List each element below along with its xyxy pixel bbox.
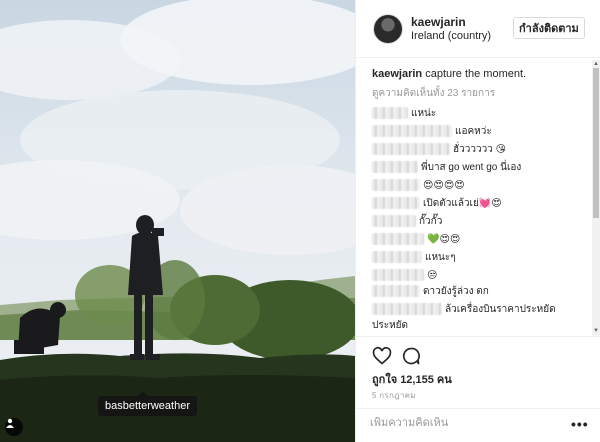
comment-text: 😍😍😍😍: [423, 179, 465, 191]
blurred-username[interactable]: [372, 251, 422, 263]
scroll-down-icon[interactable]: ▼: [592, 327, 600, 335]
blurred-username[interactable]: [372, 215, 416, 227]
header-username[interactable]: kaewjarin: [411, 15, 466, 29]
list-item: แอคหว่ะ: [372, 124, 492, 138]
comment-text: แหน่ะ: [411, 107, 437, 119]
comment-text: ฮั่วววววว 😘: [453, 143, 506, 155]
list-item: พี่บาส go went go นี่เอง: [372, 160, 521, 174]
comment-text: 😒: [427, 269, 438, 281]
caption-username[interactable]: kaewjarin: [372, 68, 422, 80]
list-item: เปิดตัวแล้วเย่💓😍: [372, 196, 502, 210]
person-icon[interactable]: [5, 418, 23, 436]
blurred-username[interactable]: [372, 107, 408, 119]
comment-text: แหนะๆ: [425, 251, 456, 263]
blurred-username[interactable]: [372, 161, 418, 173]
list-item: ล้วเครื่องบินราคาประหยัด: [372, 302, 556, 316]
comment-icon[interactable]: [401, 346, 421, 366]
list-item: 😍😍😍😍: [372, 178, 465, 192]
comment-text: แอคหว่ะ: [455, 125, 492, 137]
following-button[interactable]: กำลังติดตาม: [513, 17, 585, 39]
comment-text: ล้วเครื่องบินราคาประหยัด: [445, 303, 556, 315]
list-item: ประหยัด: [372, 318, 408, 332]
list-item: ดาวยังรู้ล่วง ตก: [372, 284, 489, 298]
blurred-username[interactable]: [372, 179, 420, 191]
add-comment-input[interactable]: [370, 417, 560, 429]
list-item: แหน่ะ: [372, 106, 436, 120]
comment-text: กั๊วกั๊ว: [419, 215, 443, 227]
comment-text: 💚😍😍: [427, 233, 461, 245]
blurred-username[interactable]: [372, 303, 442, 315]
scroll-up-icon[interactable]: ▲: [592, 60, 600, 68]
post-sidebar: kaewjarin Ireland (country) กำลังติดตาม …: [355, 0, 600, 442]
user-tag-label[interactable]: basbetterweather: [98, 391, 197, 416]
post-photo[interactable]: basbetterweather: [0, 0, 355, 442]
blurred-username[interactable]: [372, 125, 452, 137]
avatar[interactable]: [373, 14, 403, 44]
scrollbar-thumb[interactable]: [593, 68, 599, 218]
list-item: กั๊วกั๊ว: [372, 214, 442, 228]
comments-list: kaewjarin capture the moment. ดูความคิดเ…: [356, 60, 600, 335]
list-item: แหนะๆ: [372, 250, 456, 264]
comment-text: เปิดตัวแล้วเย่💓😍: [423, 197, 502, 209]
heart-icon[interactable]: [372, 346, 392, 366]
add-comment-bar: •••: [356, 408, 600, 442]
list-item: ฮั่วววววว 😘: [372, 142, 506, 156]
more-options-button[interactable]: •••: [571, 416, 589, 432]
post-date[interactable]: 5 กรกฎาคม: [372, 389, 416, 402]
blurred-username[interactable]: [372, 143, 450, 155]
likes-count[interactable]: ถูกใจ 12,155 คน: [372, 370, 452, 388]
blurred-username[interactable]: [372, 197, 420, 209]
view-all-comments-link[interactable]: ดูความคิดเห็นทั้ง 23 รายการ: [372, 86, 495, 101]
blurred-username[interactable]: [372, 233, 424, 245]
blurred-username[interactable]: [372, 269, 424, 281]
comment-text: ประหยัด: [372, 319, 409, 331]
post-actions: ถูกใจ 12,155 คน 5 กรกฎาคม: [356, 336, 600, 416]
post-header: kaewjarin Ireland (country) กำลังติดตาม: [356, 0, 600, 58]
comments-scrollbar[interactable]: ▲ ▼: [592, 60, 600, 335]
caption-text: capture the moment.: [425, 68, 527, 80]
list-item: 💚😍😍: [372, 232, 460, 246]
photo-scene: [0, 0, 355, 442]
caption: kaewjarin capture the moment.: [372, 68, 526, 80]
blurred-username[interactable]: [372, 285, 420, 297]
comment-text: พี่บาส go went go นี่เอง: [421, 161, 522, 173]
list-item: 😒: [372, 268, 437, 282]
location-link[interactable]: Ireland (country): [411, 30, 491, 42]
comment-text: ดาวยังรู้ล่วง ตก: [423, 285, 489, 297]
